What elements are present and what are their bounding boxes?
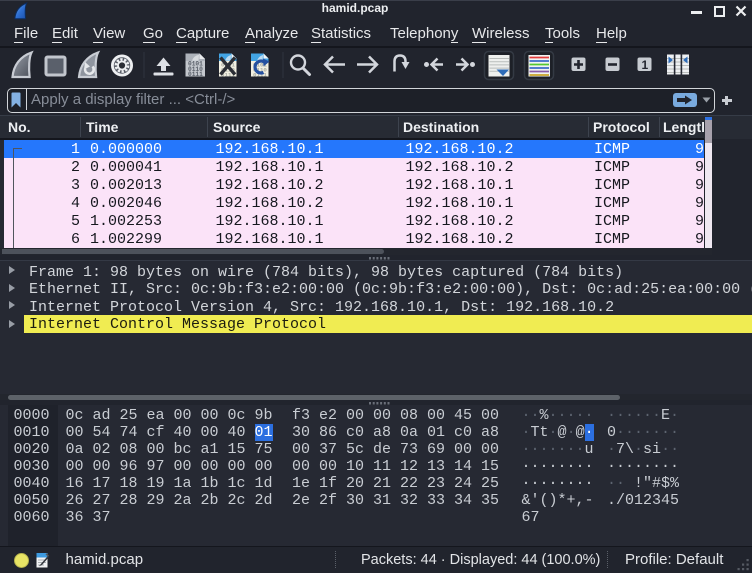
- svg-text:0111: 0111: [188, 71, 203, 78]
- svg-text:1: 1: [642, 58, 649, 72]
